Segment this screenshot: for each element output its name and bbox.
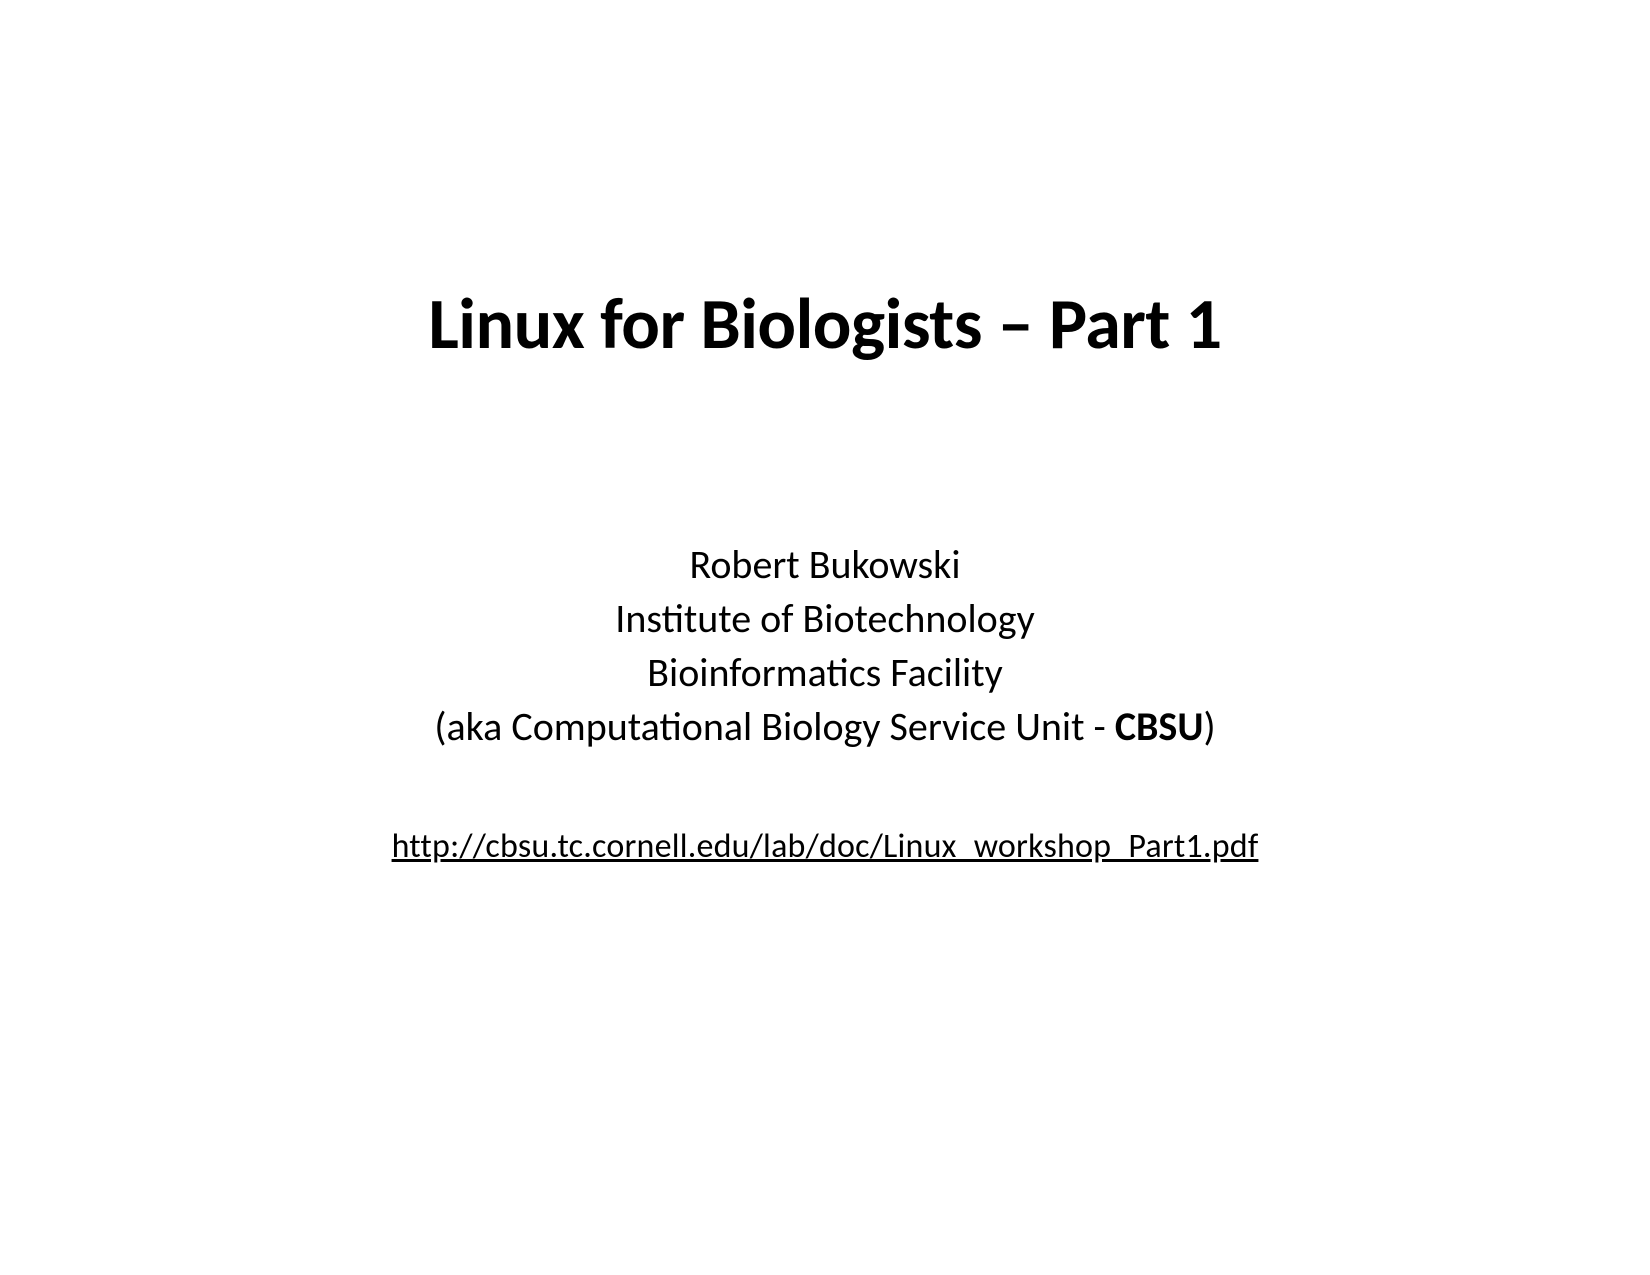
- author-name: Robert Bukowski: [392, 538, 1259, 592]
- facility-name: Bioinformatics Facility: [392, 646, 1259, 700]
- slide-title: Linux for Biologists – Part 1: [428, 280, 1221, 368]
- aka-suffix: ): [1203, 702, 1215, 751]
- slide-link[interactable]: http://cbsu.tc.cornell.edu/lab/doc/Linux…: [392, 824, 1259, 870]
- slide-container: Linux for Biologists – Part 1 Robert Buk…: [0, 0, 1650, 1275]
- institute-name: Institute of Biotechnology: [392, 592, 1259, 646]
- aka-bold: CBSU: [1115, 702, 1204, 751]
- aka-line: (aka Computational Biology Service Unit …: [392, 700, 1259, 754]
- author-block: Robert Bukowski Institute of Biotechnolo…: [392, 538, 1259, 870]
- aka-prefix: (aka Computational Biology Service Unit …: [434, 702, 1114, 751]
